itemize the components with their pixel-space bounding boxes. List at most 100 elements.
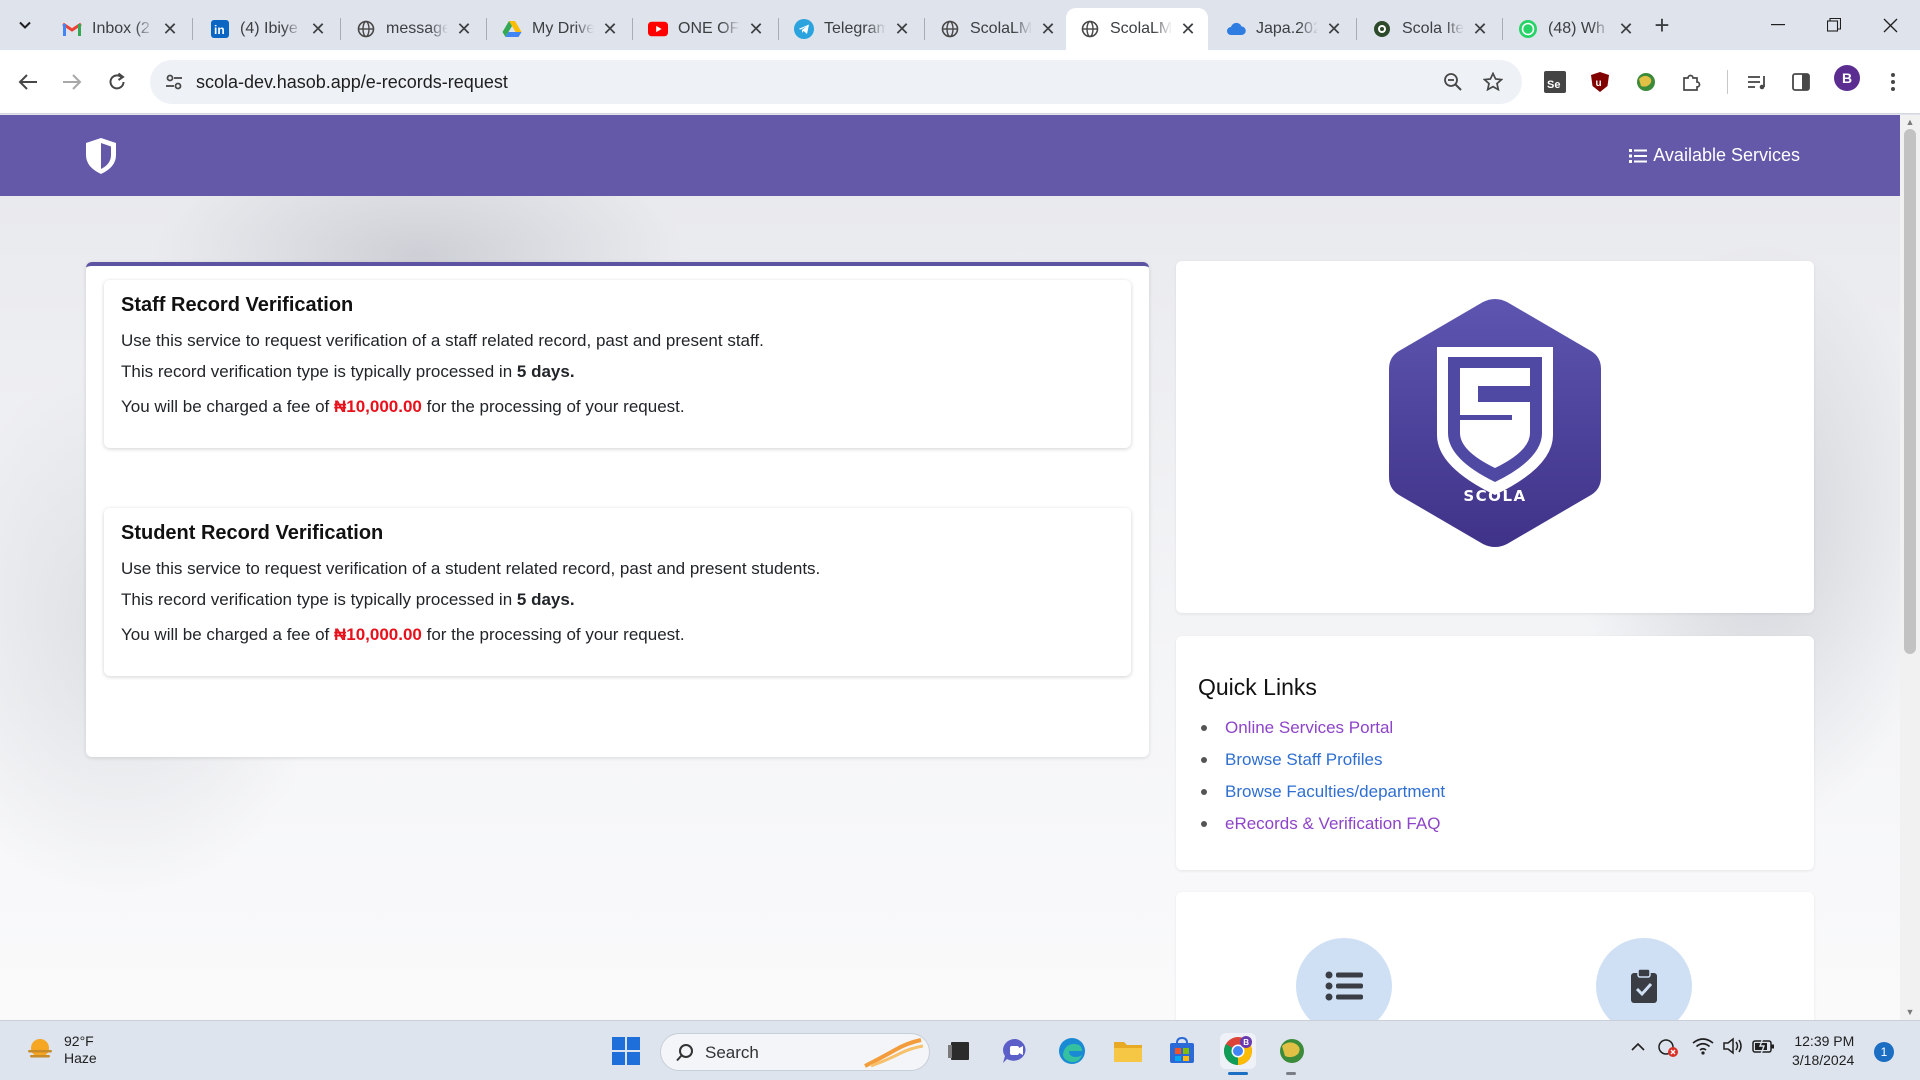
cloud-icon xyxy=(1226,19,1246,39)
site-info-icon[interactable] xyxy=(164,72,184,92)
link-browse-staff-profiles[interactable]: Browse Staff Profiles xyxy=(1225,750,1382,770)
close-icon[interactable]: ✕ xyxy=(746,19,766,39)
close-icon[interactable]: ✕ xyxy=(1324,19,1344,39)
system-clock[interactable]: 12:39 PM 3/18/2024 xyxy=(1792,1032,1854,1070)
notification-badge[interactable]: 1 xyxy=(1874,1042,1894,1062)
processing-time: 5 days. xyxy=(516,590,575,609)
service-description: Use this service to request verification… xyxy=(121,559,821,578)
restore-icon xyxy=(1827,18,1841,32)
site-header: Available Services xyxy=(0,115,1900,196)
tab-title: Scola Ite xyxy=(1402,20,1464,37)
side-panel-icon[interactable] xyxy=(1786,67,1816,97)
microsoft-store-button[interactable] xyxy=(1164,1033,1200,1069)
start-button[interactable] xyxy=(608,1033,644,1069)
volume-icon[interactable] xyxy=(1722,1037,1744,1058)
page-scrollbar[interactable]: ▲ ▼ xyxy=(1900,115,1920,1020)
globe-icon xyxy=(356,19,376,39)
scola-hexagon-logo: SCOLA xyxy=(1389,299,1601,547)
tab-drive[interactable]: My Drive ✕ xyxy=(488,8,630,50)
tray-overflow-chevron-icon[interactable] xyxy=(1630,1039,1646,1055)
tab-title: Telegram xyxy=(824,20,886,37)
back-button[interactable] xyxy=(12,66,44,98)
tab-japa[interactable]: Japa.202 ✕ xyxy=(1212,8,1354,50)
tab-message[interactable]: message ✕ xyxy=(342,8,484,50)
weather-widget[interactable]: 92°F Haze xyxy=(24,1033,97,1067)
windows-logo-icon xyxy=(612,1037,640,1065)
globe-app-running-indicator xyxy=(1286,1072,1296,1075)
task-view-button[interactable] xyxy=(942,1033,978,1069)
close-icon[interactable]: ✕ xyxy=(454,19,474,39)
address-bar[interactable]: scola-dev.hasob.app/e-records-request xyxy=(150,60,1522,104)
tab-title: (48) Wh xyxy=(1548,20,1605,37)
shield-logo-icon[interactable] xyxy=(84,137,118,175)
tab-scolalm-active[interactable]: ScolaLM ✕ xyxy=(1066,8,1208,50)
close-icon[interactable]: ✕ xyxy=(1178,19,1198,39)
tab-scolalm[interactable]: ScolaLM ✕ xyxy=(926,8,1068,50)
bookmark-star-icon[interactable] xyxy=(1482,71,1504,93)
shortcuts-card xyxy=(1176,892,1814,1020)
globe-app-button[interactable] xyxy=(1274,1033,1310,1069)
close-icon[interactable]: ✕ xyxy=(892,19,912,39)
logo-text: SCOLA xyxy=(1463,487,1526,505)
link-online-services-portal[interactable]: Online Services Portal xyxy=(1225,718,1393,738)
close-icon[interactable]: ✕ xyxy=(600,19,620,39)
list-item: eRecords & Verification FAQ xyxy=(1198,808,1445,840)
tab-search-button[interactable] xyxy=(10,10,40,40)
url-text[interactable]: scola-dev.hasob.app/e-records-request xyxy=(196,72,508,93)
link-browse-faculties[interactable]: Browse Faculties/department xyxy=(1225,782,1445,802)
globe-extension-icon[interactable] xyxy=(1631,67,1661,97)
clipboard-check-shortcut[interactable] xyxy=(1596,938,1692,1020)
close-icon[interactable]: ✕ xyxy=(308,19,328,39)
scroll-down-arrow-icon[interactable]: ▼ xyxy=(1904,1007,1916,1017)
file-explorer-button[interactable] xyxy=(1110,1033,1146,1069)
profile-avatar[interactable]: B xyxy=(1834,65,1860,91)
list-item: Browse Staff Profiles xyxy=(1198,744,1445,776)
weather-description: Haze xyxy=(64,1050,97,1066)
scroll-up-arrow-icon[interactable]: ▲ xyxy=(1904,117,1916,127)
close-icon[interactable]: ✕ xyxy=(1470,19,1490,39)
tab-title: message xyxy=(386,20,448,37)
search-label: Search xyxy=(705,1043,759,1062)
battery-charging-icon[interactable] xyxy=(1752,1037,1776,1058)
kebab-menu-icon[interactable] xyxy=(1878,67,1908,97)
tab-whatsapp[interactable]: (48) Wh ✕ xyxy=(1504,8,1646,50)
chevron-down-icon xyxy=(19,21,31,29)
close-icon[interactable]: ✕ xyxy=(1616,19,1636,39)
tab-scola-items[interactable]: Scola Ite ✕ xyxy=(1358,8,1500,50)
teams-chat-button[interactable] xyxy=(998,1033,1034,1069)
service-card-staff[interactable]: Staff Record Verification Use this servi… xyxy=(104,280,1131,448)
media-control-icon[interactable] xyxy=(1742,67,1772,97)
wifi-icon[interactable] xyxy=(1692,1037,1714,1058)
tab-telegram[interactable]: Telegram ✕ xyxy=(780,8,922,50)
minimize-button[interactable] xyxy=(1750,8,1806,42)
zoom-icon[interactable] xyxy=(1442,71,1464,93)
tab-youtube[interactable]: ONE OF ✕ xyxy=(634,8,776,50)
chrome-browser-button[interactable]: B xyxy=(1220,1033,1256,1069)
tab-gmail[interactable]: Inbox (2 ✕ xyxy=(48,8,190,50)
scrollbar-thumb[interactable] xyxy=(1904,129,1916,654)
close-icon[interactable]: ✕ xyxy=(160,19,180,39)
security-alert-icon[interactable] xyxy=(1656,1037,1680,1062)
restore-button[interactable] xyxy=(1806,8,1862,42)
taskbar-search[interactable]: Search xyxy=(660,1033,930,1071)
service-processing: This record verification type is typical… xyxy=(121,362,575,381)
chrome-active-indicator xyxy=(1228,1072,1248,1075)
new-tab-button[interactable]: + xyxy=(1648,12,1676,40)
reload-button[interactable] xyxy=(101,66,133,98)
service-title: Staff Record Verification xyxy=(121,294,354,316)
globe-icon xyxy=(1372,19,1392,39)
available-services-link[interactable]: Available Services xyxy=(1629,145,1800,166)
close-icon[interactable]: ✕ xyxy=(1038,19,1058,39)
close-window-button[interactable] xyxy=(1862,8,1918,42)
selenium-extension-icon[interactable]: Se xyxy=(1540,67,1570,97)
service-description: Use this service to request verification… xyxy=(121,331,764,350)
service-card-student[interactable]: Student Record Verification Use this ser… xyxy=(104,508,1131,676)
tab-linkedin[interactable]: in (4) Ibiye ✕ xyxy=(196,8,338,50)
link-erecords-faq[interactable]: eRecords & Verification FAQ xyxy=(1225,814,1440,834)
minimize-icon xyxy=(1771,24,1785,26)
edge-browser-button[interactable] xyxy=(1054,1033,1090,1069)
extensions-puzzle-icon[interactable] xyxy=(1676,67,1706,97)
services-list-shortcut[interactable] xyxy=(1296,938,1392,1020)
forward-button[interactable] xyxy=(56,66,88,98)
ublock-extension-icon[interactable]: u xyxy=(1585,67,1615,97)
